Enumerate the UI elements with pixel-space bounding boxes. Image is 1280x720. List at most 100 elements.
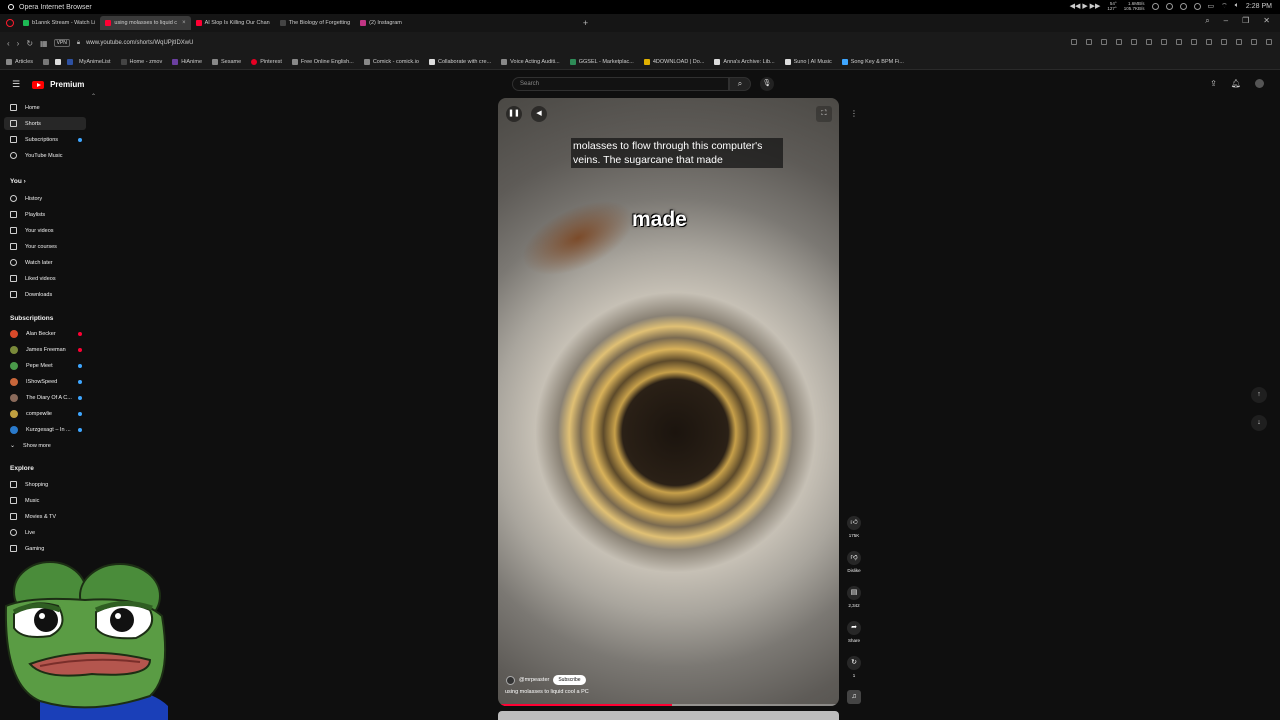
bookmark[interactable]: Home - zmov xyxy=(120,58,162,65)
dislike-button[interactable]: 👎︎ Dislike xyxy=(845,551,863,573)
profile-icon[interactable] xyxy=(1251,39,1257,45)
media-controls-icon[interactable]: ◀◀ ▶ ▶▶ xyxy=(1070,2,1101,10)
account-avatar[interactable] xyxy=(1255,79,1264,88)
sidebar-item-shorts[interactable]: Shorts xyxy=(4,117,86,130)
like-button[interactable]: 👍︎ 175K xyxy=(845,516,863,538)
sidebar-item-home[interactable]: Home xyxy=(4,101,86,114)
sidebar-item-movies[interactable]: Movies & TV xyxy=(4,510,86,523)
bookmark[interactable]: Free Online English... xyxy=(291,58,354,65)
channel-name[interactable]: @mrpeaster xyxy=(519,677,549,683)
sidebar-item-playlists[interactable]: Playlists xyxy=(4,208,86,221)
bookmark[interactable]: Comick - comick.io xyxy=(363,58,419,65)
pause-button[interactable]: ❚❚ xyxy=(506,106,522,122)
comments-button[interactable]: ▤ 2,342 xyxy=(845,586,863,608)
subscription-item[interactable]: The Diary Of A C... xyxy=(4,391,86,404)
bookmark[interactable]: MyAnimeList xyxy=(43,58,111,65)
sidebar-item-your-videos[interactable]: Your videos xyxy=(4,224,86,237)
voice-search-button[interactable]: 🎙︎ xyxy=(760,77,774,91)
bookmark[interactable]: Collaborate with cre... xyxy=(428,58,491,65)
play-icon[interactable] xyxy=(1161,39,1167,45)
url-field[interactable]: www.youtube.com/shorts/WqUPjtIDXwU xyxy=(86,40,193,46)
new-tab-icon[interactable]: + xyxy=(583,18,588,28)
show-more-button[interactable]: ⌄ Show more xyxy=(4,439,86,452)
bookmark[interactable]: Voice Acting Auditi... xyxy=(501,58,560,65)
bookmark[interactable]: Suno | AI Music xyxy=(784,58,832,65)
video-progress-bar[interactable] xyxy=(498,704,839,706)
snapshot-icon[interactable] xyxy=(1146,39,1152,45)
forward-icon[interactable]: › xyxy=(17,39,20,48)
bookmark[interactable]: Pinterest xyxy=(251,58,282,65)
subscription-item[interactable]: Kurzgesagt – In ... xyxy=(4,423,86,436)
tray-icon[interactable] xyxy=(1193,2,1201,10)
camera-icon[interactable] xyxy=(1086,39,1092,45)
subscription-item[interactable]: IShowSpeed xyxy=(4,375,86,388)
sound-thumbnail[interactable]: ♫ xyxy=(845,690,863,704)
bookmark[interactable]: 4DOWNLOAD | Do... xyxy=(643,58,704,65)
more-options-icon[interactable]: ⋮ xyxy=(850,109,858,118)
search-icon[interactable] xyxy=(1071,39,1077,45)
subscribe-button[interactable]: Subscribe xyxy=(553,675,586,685)
sidebar-item-live[interactable]: Live xyxy=(4,526,86,539)
collapse-icon[interactable]: ⌃ xyxy=(91,93,96,100)
sidebar-item-shopping[interactable]: Shopping xyxy=(4,478,86,491)
tab[interactable]: b1annk Stream - Watch Li xyxy=(18,16,100,30)
search-button[interactable]: ⌕ xyxy=(729,77,751,91)
menu-icon[interactable] xyxy=(1266,39,1272,45)
opera-sidebar-icon[interactable] xyxy=(6,19,14,27)
ai-icon[interactable] xyxy=(1236,39,1242,45)
battery-icon[interactable]: ▭ xyxy=(1208,2,1215,10)
sidebar-item-youtube-music[interactable]: YouTube Music xyxy=(4,149,86,162)
extension-icon[interactable] xyxy=(1101,39,1107,45)
subscription-item[interactable]: Pepe Meet xyxy=(4,359,86,372)
speed-dial-icon[interactable]: ▦ xyxy=(40,39,48,48)
tray-icon[interactable] xyxy=(1179,2,1187,10)
upload-icon[interactable]: ⇪ xyxy=(1210,79,1217,88)
bookmark[interactable]: Anna's Archive: Lib... xyxy=(714,58,775,65)
restore-icon[interactable]: ❐ xyxy=(1242,16,1249,26)
remix-button[interactable]: ↻ 1 xyxy=(845,656,863,678)
share-button[interactable]: ➦ Share xyxy=(845,621,863,643)
back-icon[interactable]: ‹ xyxy=(7,39,10,48)
hamburger-menu-icon[interactable]: ☰ xyxy=(12,79,20,90)
extensions-icon[interactable] xyxy=(1206,39,1212,45)
bookmark[interactable]: HiAnime xyxy=(172,58,202,65)
tray-icon[interactable] xyxy=(1151,2,1159,10)
subscription-item[interactable]: Alan Becker xyxy=(4,327,86,340)
you-heading[interactable]: You › xyxy=(10,178,26,185)
sidebar-item-downloads[interactable]: Downloads xyxy=(4,288,86,301)
shorts-video-player[interactable]: ❚❚ ◀︎ ⛶ molasses to flow through this co… xyxy=(498,98,839,706)
download-icon[interactable] xyxy=(1176,39,1182,45)
bookmark[interactable]: Articles xyxy=(6,58,33,65)
next-short-preview[interactable] xyxy=(498,711,839,720)
tray-icon[interactable] xyxy=(1165,2,1173,10)
mute-button[interactable]: ◀︎ xyxy=(531,106,547,122)
tab[interactable]: (2) Instagram xyxy=(355,16,407,30)
sidebar-item-watch-later[interactable]: Watch later xyxy=(4,256,86,269)
reload-icon[interactable]: ↻ xyxy=(26,39,33,48)
volume-icon[interactable]: 🔈︎ xyxy=(1235,2,1239,10)
fullscreen-button[interactable]: ⛶ xyxy=(816,106,832,122)
bookmark[interactable]: Song Key & BPM Fi... xyxy=(841,58,904,65)
video-title[interactable]: using molasses to liquid cool a PC xyxy=(505,689,589,695)
bookmark[interactable]: GGSEL - Marketplac... xyxy=(569,58,634,65)
sidebar-item-music[interactable]: Music xyxy=(4,494,86,507)
subscription-item[interactable]: compewlie xyxy=(4,407,86,420)
sidebar-item-your-courses[interactable]: Your courses xyxy=(4,240,86,253)
heart-icon[interactable] xyxy=(1131,39,1137,45)
youtube-logo[interactable]: ☰ Premium xyxy=(12,79,84,90)
channel-avatar[interactable] xyxy=(506,675,515,685)
clock[interactable]: 2:28 PM xyxy=(1246,3,1272,10)
search-input[interactable]: Search xyxy=(512,77,729,91)
extension-icon[interactable] xyxy=(1116,39,1122,45)
tab-active[interactable]: using molasses to liquid c × xyxy=(100,16,191,30)
easy-setup-icon[interactable] xyxy=(1191,39,1197,45)
wifi-icon[interactable]: ⌔ xyxy=(1221,2,1228,11)
tab[interactable]: The Biology of Forgetting xyxy=(275,16,355,30)
previous-short-button[interactable]: ↑ xyxy=(1251,387,1267,403)
wallet-icon[interactable] xyxy=(1221,39,1227,45)
minimize-icon[interactable]: – xyxy=(1224,16,1228,26)
subscription-item[interactable]: James Freeman xyxy=(4,343,86,356)
search-tabs-icon[interactable]: ⌕ xyxy=(1205,16,1209,26)
close-tab-icon[interactable]: × xyxy=(182,20,186,26)
next-short-button[interactable]: ↓ xyxy=(1251,415,1267,431)
